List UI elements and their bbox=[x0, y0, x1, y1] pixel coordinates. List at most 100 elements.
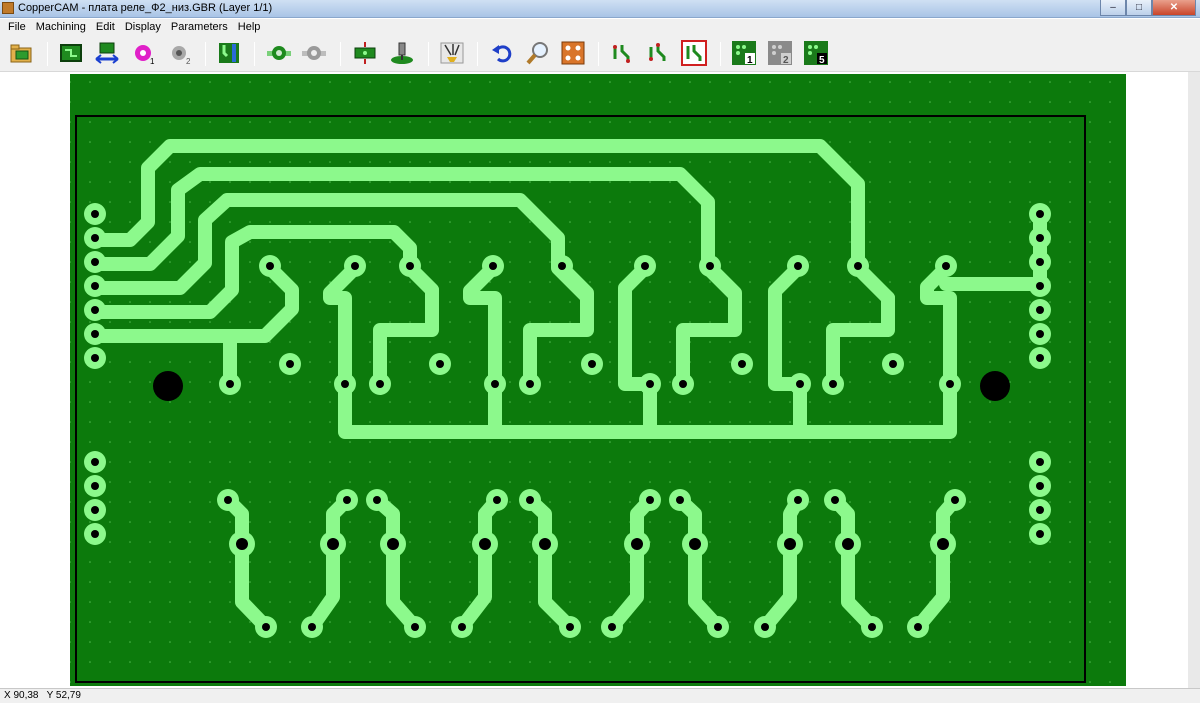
vertical-scrollbar[interactable] bbox=[1188, 72, 1200, 688]
pad-hole bbox=[341, 380, 349, 388]
track-button[interactable] bbox=[216, 40, 242, 66]
pad-hole bbox=[714, 623, 722, 631]
contour-icon bbox=[354, 42, 376, 64]
close-button[interactable]: ✕ bbox=[1152, 0, 1196, 16]
pad-hole bbox=[706, 262, 714, 270]
track-icon bbox=[219, 43, 239, 63]
status-bar: X 90,38 Y 52,79 bbox=[0, 688, 1200, 703]
board-outline-icon bbox=[60, 44, 82, 62]
menu-help[interactable]: Help bbox=[233, 19, 266, 36]
pad-hole bbox=[286, 360, 294, 368]
layer-1-badge: 1 bbox=[747, 55, 753, 66]
path-alt-button[interactable] bbox=[645, 40, 671, 66]
contact-hole bbox=[631, 538, 643, 550]
pad-hole bbox=[831, 496, 839, 504]
menu-parameters[interactable]: Parameters bbox=[166, 19, 233, 36]
pad-hole bbox=[1036, 282, 1044, 290]
pad-hole bbox=[308, 623, 316, 631]
pad-hole bbox=[91, 330, 99, 338]
pad-hole bbox=[889, 360, 897, 368]
pad-hole bbox=[679, 380, 687, 388]
laser-icon bbox=[440, 42, 464, 64]
pad-hole bbox=[91, 458, 99, 466]
pad-hole bbox=[946, 380, 954, 388]
pad-hole bbox=[226, 380, 234, 388]
zoom-icon bbox=[526, 42, 548, 65]
pad-hole bbox=[351, 262, 359, 270]
pcb-view[interactable] bbox=[0, 72, 1188, 688]
layer-1-icon: 1 bbox=[732, 41, 756, 66]
laser-button[interactable] bbox=[439, 40, 465, 66]
resize-button[interactable] bbox=[94, 40, 120, 66]
pad-hole bbox=[1036, 506, 1044, 514]
pad-hole bbox=[646, 380, 654, 388]
menu-machining[interactable]: Machining bbox=[31, 19, 91, 36]
pad-hole bbox=[526, 380, 534, 388]
pad-hole bbox=[566, 623, 574, 631]
layer-2-icon: 2 bbox=[768, 41, 792, 66]
path-selected-icon bbox=[681, 40, 707, 66]
pad-oblong-button[interactable] bbox=[301, 40, 327, 66]
pad-hole bbox=[951, 496, 959, 504]
pad-hole bbox=[794, 262, 802, 270]
drill-plate-icon bbox=[561, 41, 585, 65]
contact-hole bbox=[689, 538, 701, 550]
pad-hole bbox=[1036, 458, 1044, 466]
open-button[interactable] bbox=[9, 40, 35, 66]
pad-hole bbox=[493, 496, 501, 504]
contour-button[interactable] bbox=[352, 40, 378, 66]
pad-round-icon bbox=[267, 46, 291, 60]
pad-drill-2-icon: 2 bbox=[172, 46, 191, 65]
drill-1-badge: 1 bbox=[150, 57, 155, 65]
pad-hole bbox=[91, 306, 99, 314]
maximize-button[interactable]: □ bbox=[1126, 0, 1152, 16]
pad-hole bbox=[676, 496, 684, 504]
layer-1-button[interactable]: 1 bbox=[731, 40, 757, 66]
pad-hole bbox=[1036, 330, 1044, 338]
path-alt-icon bbox=[649, 43, 666, 61]
minimize-button[interactable]: – bbox=[1100, 0, 1126, 16]
pad-hole bbox=[91, 506, 99, 514]
pad-hole bbox=[266, 262, 274, 270]
pcb-canvas[interactable] bbox=[0, 72, 1200, 688]
pad-hole bbox=[411, 623, 419, 631]
contact-hole bbox=[937, 538, 949, 550]
undo-icon bbox=[492, 45, 512, 63]
mount-hole-left bbox=[153, 371, 183, 401]
pad-hole bbox=[761, 623, 769, 631]
pad-hole bbox=[1036, 258, 1044, 266]
toolbar: 1 2 1 2 5 bbox=[0, 36, 1200, 72]
pad-hole bbox=[868, 623, 876, 631]
layer-5-icon: 5 bbox=[804, 41, 828, 66]
pad-round-button[interactable] bbox=[266, 40, 292, 66]
layer-2-button[interactable]: 2 bbox=[767, 40, 793, 66]
pad-hole bbox=[914, 623, 922, 631]
drill-1-button[interactable]: 1 bbox=[131, 40, 157, 66]
pad-hole bbox=[558, 262, 566, 270]
undo-button[interactable] bbox=[489, 40, 515, 66]
pad-hole bbox=[406, 262, 414, 270]
menu-edit[interactable]: Edit bbox=[91, 19, 120, 36]
layer-2-badge: 2 bbox=[783, 55, 789, 66]
contact-hole bbox=[479, 538, 491, 550]
zoom-button[interactable] bbox=[525, 40, 551, 66]
pad-hole bbox=[458, 623, 466, 631]
contact-hole bbox=[784, 538, 796, 550]
path-selected-button[interactable] bbox=[681, 40, 707, 66]
pad-hole bbox=[794, 496, 802, 504]
pad-hole bbox=[608, 623, 616, 631]
menu-file[interactable]: File bbox=[3, 19, 31, 36]
resize-arrows-icon bbox=[95, 42, 119, 64]
pad-hole bbox=[491, 380, 499, 388]
menu-display[interactable]: Display bbox=[120, 19, 166, 36]
coordinates-readout: X 90,38 Y 52,79 bbox=[4, 690, 81, 701]
drill-plate-button[interactable] bbox=[560, 40, 586, 66]
drill-2-button[interactable]: 2 bbox=[167, 40, 193, 66]
pad-hole bbox=[262, 623, 270, 631]
path-button[interactable] bbox=[609, 40, 635, 66]
contact-hole bbox=[387, 538, 399, 550]
board-outline-button[interactable] bbox=[58, 40, 84, 66]
pad-hole bbox=[526, 496, 534, 504]
layer-5-button[interactable]: 5 bbox=[803, 40, 829, 66]
tool-button[interactable] bbox=[389, 40, 415, 66]
